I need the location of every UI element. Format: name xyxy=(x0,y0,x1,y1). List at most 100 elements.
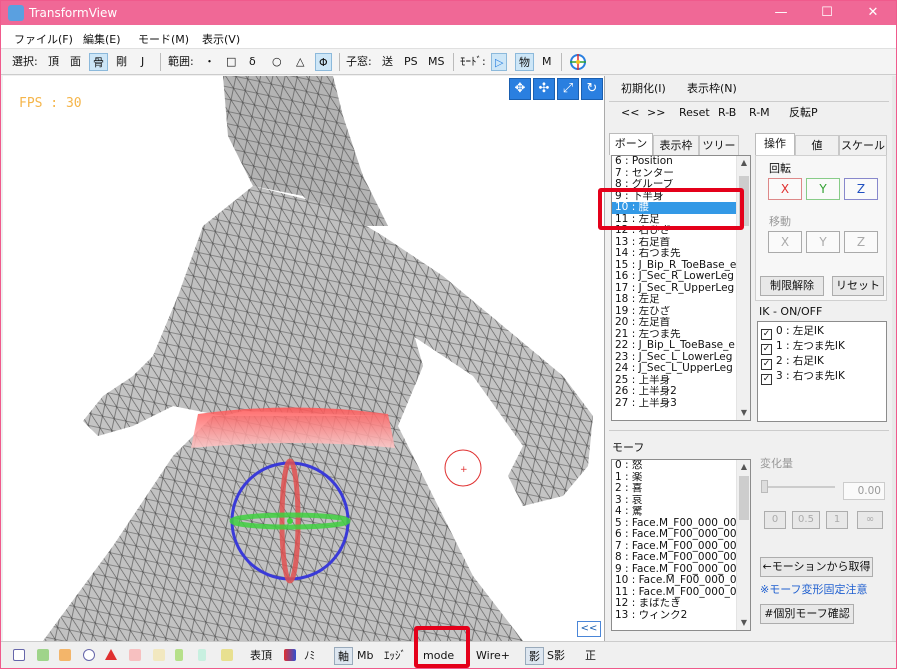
scroll-up-icon[interactable]: ▲ xyxy=(737,460,750,474)
select-joint-button[interactable]: J xyxy=(138,53,147,71)
tab-scale[interactable]: スケール xyxy=(839,135,887,155)
mode-m-button[interactable]: M xyxy=(539,53,555,71)
init-button[interactable]: 初期化(I) xyxy=(621,81,666,97)
morph-item[interactable]: 9 : Face.M_F00_000_00_ xyxy=(612,564,750,576)
child-ps-button[interactable]: PS xyxy=(401,53,421,71)
flip-p-button[interactable]: 反転P xyxy=(789,105,818,121)
range-rect-button[interactable]: □ xyxy=(223,53,239,71)
bone-item[interactable]: 25 : 上半身 xyxy=(612,375,750,387)
preset-infinity-button[interactable]: ∞ xyxy=(857,511,883,529)
select-face-button[interactable]: 面 xyxy=(67,53,84,71)
material-view-icon[interactable] xyxy=(59,649,71,661)
bone-item[interactable]: 6 : Position xyxy=(612,156,750,168)
rigid-view-icon[interactable] xyxy=(105,649,117,660)
select-rigid-button[interactable]: 剛 xyxy=(113,53,130,71)
select-bone-button[interactable]: 骨 xyxy=(89,53,108,71)
bone-item[interactable]: 23 : J_Sec_L_LowerLeg xyxy=(612,352,750,364)
tab-tree[interactable]: ツリー xyxy=(699,135,739,155)
physics-view-icon[interactable] xyxy=(175,649,183,661)
bone-item[interactable]: 19 : 左ひざ xyxy=(612,306,750,318)
scroll-thumb[interactable] xyxy=(739,476,749,520)
nomi-toggle[interactable]: ﾉﾐ xyxy=(304,647,315,665)
bone-item[interactable]: 22 : J_Bip_L_ToeBase_e xyxy=(612,340,750,352)
rb-button[interactable]: R-B xyxy=(718,105,736,121)
move-y-button[interactable]: Y xyxy=(806,231,840,253)
scale-arrow-icon[interactable]: ⤢ xyxy=(557,78,579,100)
change-slider[interactable] xyxy=(761,477,837,497)
child-send-button[interactable]: 送 xyxy=(379,53,396,71)
morph-item[interactable]: 6 : Face.M_F00_000_00_ xyxy=(612,529,750,541)
front-view-toggle[interactable]: 正 xyxy=(585,647,596,665)
select-vertex-button[interactable]: 頂 xyxy=(45,53,62,71)
bone-item[interactable]: 13 : 右足首 xyxy=(612,237,750,249)
preset-0-button[interactable]: 0 xyxy=(764,511,786,529)
scroll-up-icon[interactable]: ▲ xyxy=(737,156,750,170)
change-value-field[interactable]: 0.00 xyxy=(843,482,885,500)
morph-item[interactable]: 0 : 怒 xyxy=(612,460,750,472)
vertex-view-icon[interactable] xyxy=(13,649,25,661)
menu-mode[interactable]: モード(M) xyxy=(138,31,189,47)
uv-view-icon[interactable] xyxy=(153,649,165,661)
morph-item[interactable]: 2 : 喜 xyxy=(612,483,750,495)
range-delta-button[interactable]: δ xyxy=(246,53,259,71)
morph-item[interactable]: 4 : 驚 xyxy=(612,506,750,518)
ik-item[interactable]: ✓ 1 : 左つま先IK xyxy=(758,339,886,355)
morph-item[interactable]: 10 : Face.M_F00_000_00 xyxy=(612,575,750,587)
bone-item[interactable]: 7 : センター xyxy=(612,168,750,180)
bone-item[interactable]: 20 : 左足首 xyxy=(612,317,750,329)
morph-item[interactable]: 11 : Face.M_F00_000_00 xyxy=(612,587,750,599)
play-button[interactable]: ▷ xyxy=(491,53,508,71)
preset-05-button[interactable]: 0.5 xyxy=(792,511,820,529)
reset-button[interactable]: リセット xyxy=(832,276,884,296)
joint-view-icon[interactable] xyxy=(198,649,206,661)
move-z-button[interactable]: Z xyxy=(844,231,878,253)
menu-edit[interactable]: 編集(E) xyxy=(83,31,121,47)
display-frame-button[interactable]: 表示枠(N) xyxy=(687,81,737,97)
tab-value[interactable]: 値 xyxy=(795,135,839,155)
mb-toggle[interactable]: Mb xyxy=(357,647,373,665)
morph-item[interactable]: 1 : 楽 xyxy=(612,472,750,484)
morph-item[interactable]: 13 : ウィンク2 xyxy=(612,610,750,622)
prev-button[interactable]: << xyxy=(621,105,639,121)
tab-operation[interactable]: 操作 xyxy=(755,133,795,155)
maximize-button[interactable]: ☐ xyxy=(804,1,850,25)
morph-item[interactable]: 5 : Face.M_F00_000_00_ xyxy=(612,518,750,530)
range-phi-button[interactable]: Φ xyxy=(315,53,332,71)
self-shadow-toggle[interactable]: S影 xyxy=(547,647,565,665)
bone-item[interactable]: 17 : J_Sec_R_UpperLeg xyxy=(612,283,750,295)
move-cross-icon[interactable]: ✥ xyxy=(509,78,531,100)
bone-item[interactable]: 27 : 上半身3 xyxy=(612,398,750,410)
ik-item[interactable]: ✓ 3 : 右つま先IK xyxy=(758,369,886,385)
next-button[interactable]: >> xyxy=(647,105,665,121)
move-x-button[interactable]: X xyxy=(768,231,802,253)
morph-list-scrollbar[interactable]: ▲ ▼ xyxy=(736,460,750,630)
preset-1-button[interactable]: 1 xyxy=(826,511,848,529)
ik-item[interactable]: ✓ 2 : 右足IK xyxy=(758,354,886,370)
bone-item[interactable]: 21 : 左つま先 xyxy=(612,329,750,341)
close-button[interactable]: ✕ xyxy=(850,1,896,25)
get-from-motion-button[interactable]: ←モーションから取得 xyxy=(760,557,873,577)
rotate-x-button[interactable]: X xyxy=(768,178,802,200)
limit-release-button[interactable]: 制限解除 xyxy=(760,276,824,296)
crosshair-icon[interactable] xyxy=(567,53,589,71)
soft-view-icon[interactable] xyxy=(221,649,233,661)
wire-plus-toggle[interactable]: Wire+ xyxy=(476,647,510,665)
color-swatch-icon[interactable] xyxy=(284,649,296,661)
ik-item[interactable]: ✓ 0 : 左足IK xyxy=(758,324,886,340)
bone-item[interactable]: 16 : J_Sec_R_LowerLeg xyxy=(612,271,750,283)
rotate-z-button[interactable]: Z xyxy=(844,178,878,200)
morph-view-icon[interactable] xyxy=(129,649,141,661)
edge-toggle[interactable]: ｴｯｼﾞ xyxy=(384,647,406,665)
collapse-panel-button[interactable]: << xyxy=(577,621,601,637)
bone-view-icon[interactable] xyxy=(83,649,95,661)
range-triangle-button[interactable]: △ xyxy=(293,53,307,71)
mesh-view-icon[interactable] xyxy=(37,649,49,661)
minimize-button[interactable]: — xyxy=(758,1,804,25)
rm-button[interactable]: R-M xyxy=(749,105,770,121)
individual-morph-button[interactable]: #個別モーフ確認 xyxy=(760,604,854,624)
morph-item[interactable]: 3 : 哀 xyxy=(612,495,750,507)
rotate-icon[interactable]: ↻ xyxy=(581,78,603,100)
tab-bones[interactable]: ボーン xyxy=(609,133,653,155)
physics-button[interactable]: 物 xyxy=(515,53,534,71)
range-point-button[interactable]: ・ xyxy=(201,53,218,71)
